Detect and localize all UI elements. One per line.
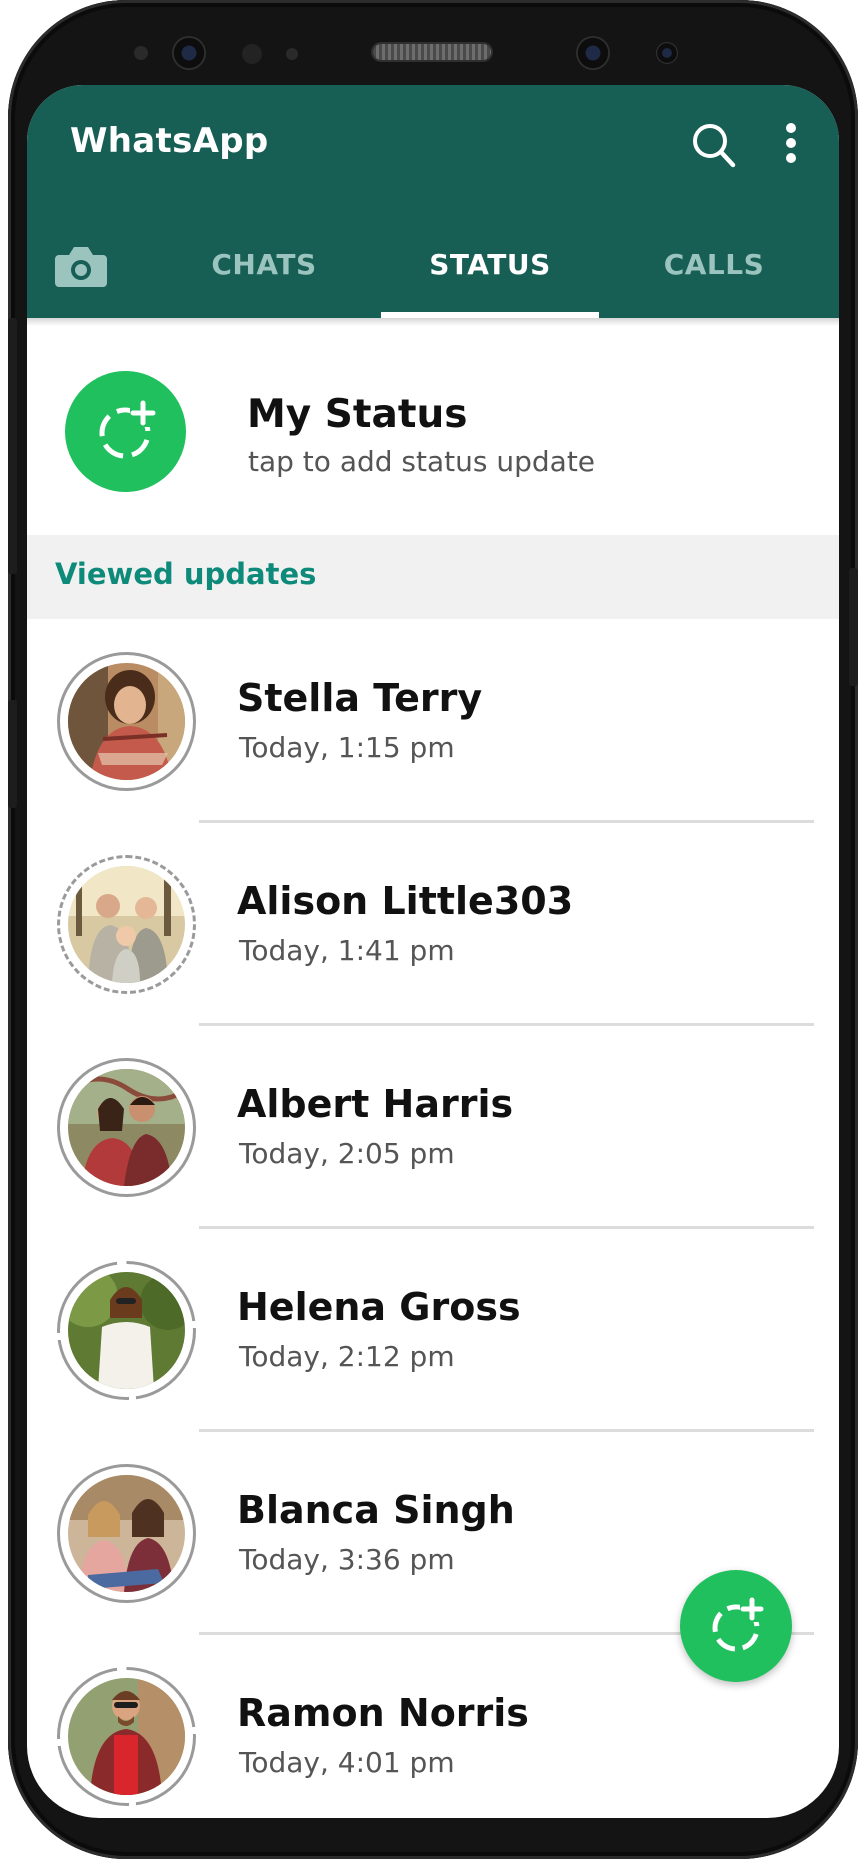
contact-name: Albert Harris xyxy=(237,1082,514,1126)
contact-name: Helena Gross xyxy=(237,1285,521,1329)
status-time: Today, 2:12 pm xyxy=(239,1340,455,1373)
proximity-sensor xyxy=(242,44,262,64)
avatar-ring xyxy=(57,1667,196,1806)
contact-name: Ramon Norris xyxy=(237,1691,529,1735)
tab-calls[interactable]: CALLS xyxy=(614,225,814,318)
status-time: Today, 2:05 pm xyxy=(239,1137,455,1170)
my-status-name: My Status xyxy=(247,392,468,437)
app-bar-shadow xyxy=(27,318,839,326)
app-title: WhatsApp xyxy=(70,121,269,161)
front-camera xyxy=(576,36,610,70)
tab-bar: CHATS STATUS CALLS xyxy=(27,225,839,318)
my-status-row[interactable]: My Status tap to add status update xyxy=(27,326,839,533)
status-time: Today, 1:41 pm xyxy=(239,934,455,967)
add-status-icon xyxy=(99,400,156,459)
light-sensor xyxy=(286,48,298,60)
tab-status[interactable]: STATUS xyxy=(381,225,599,318)
tab-camera[interactable] xyxy=(53,225,109,301)
avatar-ring xyxy=(57,652,196,791)
status-row[interactable]: Helena Gross Today, 2:12 pm xyxy=(27,1228,839,1432)
search-button[interactable] xyxy=(691,120,737,170)
volume-button xyxy=(8,318,17,574)
assistant-button xyxy=(8,700,17,808)
camera-icon xyxy=(55,247,107,287)
second-camera xyxy=(656,42,678,64)
contact-name: Blanca Singh xyxy=(237,1488,515,1532)
status-time: Today, 1:15 pm xyxy=(239,731,455,764)
avatar-ring xyxy=(57,1464,196,1603)
earpiece-speaker xyxy=(373,44,491,60)
avatar xyxy=(68,1069,185,1186)
app-bar: WhatsApp CHATS STATUS CALLS xyxy=(27,85,839,318)
add-status-fab[interactable] xyxy=(680,1570,792,1682)
status-row[interactable]: Albert Harris Today, 2:05 pm xyxy=(27,1025,839,1229)
avatar xyxy=(68,1475,185,1592)
contact-name: Alison Little303 xyxy=(237,879,574,923)
status-row[interactable]: Alison Little303 Today, 1:41 pm xyxy=(27,822,839,1026)
tab-chats[interactable]: CHATS xyxy=(164,225,364,318)
my-status-subtitle: tap to add status update xyxy=(248,445,596,478)
sensor-dot xyxy=(134,46,148,60)
iris-scanner xyxy=(172,36,206,70)
contact-name: Stella Terry xyxy=(237,676,483,720)
avatar xyxy=(68,866,185,983)
add-status-icon xyxy=(712,1597,764,1652)
phone-top-bezel xyxy=(0,0,866,90)
status-time: Today, 4:01 pm xyxy=(239,1746,455,1779)
viewed-updates-header: Viewed updates xyxy=(27,535,839,619)
avatar-ring xyxy=(57,855,196,994)
status-time: Today, 3:36 pm xyxy=(239,1543,455,1576)
viewed-updates-label: Viewed updates xyxy=(55,557,317,591)
my-status-avatar xyxy=(65,371,186,492)
search-icon xyxy=(693,124,736,168)
app-screen: WhatsApp CHATS STATUS CALLS My Status ta… xyxy=(27,85,839,1818)
avatar-ring xyxy=(57,1058,196,1197)
avatar xyxy=(68,663,185,780)
avatar-ring xyxy=(57,1261,196,1400)
more-vertical-icon xyxy=(786,123,796,163)
more-options-button[interactable] xyxy=(779,120,803,170)
power-button xyxy=(849,568,858,686)
avatar xyxy=(68,1678,185,1795)
status-row[interactable]: Stella Terry Today, 1:15 pm xyxy=(27,619,839,823)
avatar xyxy=(68,1272,185,1389)
